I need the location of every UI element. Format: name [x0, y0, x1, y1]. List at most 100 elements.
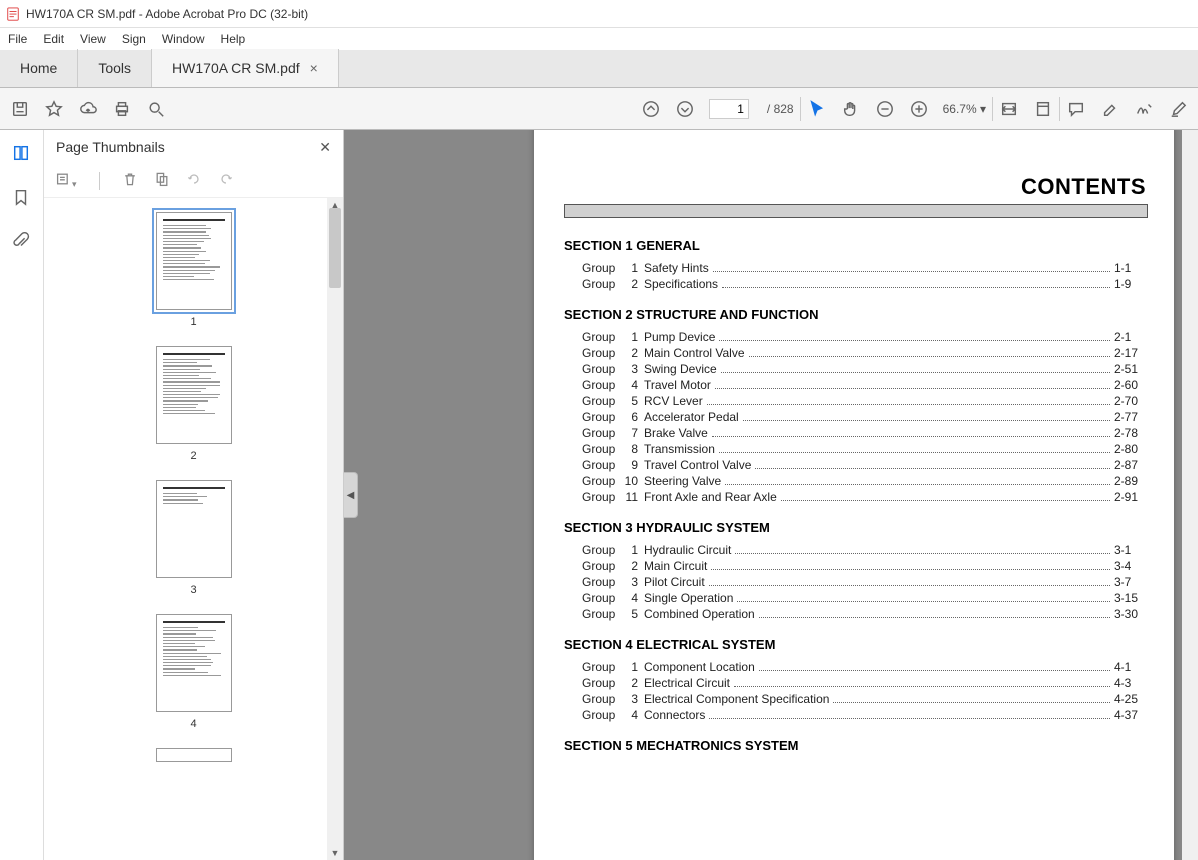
- thumbnail-item[interactable]: 2: [44, 346, 343, 462]
- thumbnail-page[interactable]: [156, 748, 232, 762]
- toc-row: Group1Safety Hints1-1: [582, 261, 1148, 275]
- thumbnail-label: 3: [190, 584, 196, 596]
- sign-icon[interactable]: [1134, 99, 1154, 119]
- thumbnail-page[interactable]: [156, 614, 232, 712]
- toc-group-name: Pump Device: [644, 330, 715, 344]
- toc-group-label: Group: [582, 346, 622, 360]
- toc-group-number: 3: [622, 362, 638, 376]
- thumbnail-item[interactable]: 1: [44, 212, 343, 328]
- toc-group-label: Group: [582, 330, 622, 344]
- thumbnails-rail-icon[interactable]: [12, 144, 32, 164]
- menu-sign[interactable]: Sign: [122, 32, 146, 46]
- scroll-down-icon[interactable]: ▼: [327, 846, 343, 860]
- toc-section-title: SECTION 3 HYDRAULIC SYSTEM: [564, 520, 1148, 535]
- page-up-icon[interactable]: [641, 99, 661, 119]
- toc-group-number: 2: [622, 277, 638, 291]
- toc-page-ref: 2-70: [1114, 394, 1148, 408]
- tab-home[interactable]: Home: [0, 49, 78, 87]
- scroll-handle[interactable]: [329, 208, 341, 288]
- toc-group-label: Group: [582, 543, 622, 557]
- fit-width-icon[interactable]: [999, 99, 1019, 119]
- toc-group-number: 5: [622, 394, 638, 408]
- fit-page-icon[interactable]: [1033, 99, 1053, 119]
- toc-group-label: Group: [582, 474, 622, 488]
- search-icon[interactable]: [146, 99, 166, 119]
- toc-page-ref: 3-30: [1114, 607, 1148, 621]
- menu-file[interactable]: File: [8, 32, 27, 46]
- toc-page-ref: 2-89: [1114, 474, 1148, 488]
- toc-group-name: Travel Control Valve: [644, 458, 751, 472]
- bookmark-rail-icon[interactable]: [12, 188, 32, 208]
- toc-group-number: 3: [622, 575, 638, 589]
- document-view[interactable]: ◀ CONTENTS SECTION 1 GENERALGroup1Safety…: [344, 130, 1198, 860]
- thumbnail-page[interactable]: [156, 480, 232, 578]
- hand-tool-icon[interactable]: [841, 99, 861, 119]
- thumbnails-panel: Page Thumbnails ✕ ▾ ▲ ▼ 1234: [44, 130, 344, 860]
- toc-dots: [749, 356, 1111, 357]
- toc-group-label: Group: [582, 362, 622, 376]
- toc-row: Group2Electrical Circuit4-3: [582, 676, 1148, 690]
- toc-row: Group6Accelerator Pedal2-77: [582, 410, 1148, 424]
- toc-page-ref: 3-7: [1114, 575, 1148, 589]
- thumbnail-page[interactable]: [156, 346, 232, 444]
- toc-group-name: Pilot Circuit: [644, 575, 705, 589]
- collapse-panel-handle[interactable]: ◀: [344, 472, 358, 518]
- document-scrollbar[interactable]: [1182, 130, 1198, 860]
- toc-group-label: Group: [582, 490, 622, 504]
- toc-group-label: Group: [582, 575, 622, 589]
- rotate-ccw-icon[interactable]: [186, 171, 202, 190]
- toc-dots: [759, 617, 1110, 618]
- page-number-input[interactable]: [709, 99, 749, 119]
- toc-page-ref: 2-51: [1114, 362, 1148, 376]
- cloud-upload-icon[interactable]: [78, 99, 98, 119]
- menu-edit[interactable]: Edit: [43, 32, 64, 46]
- menu-window[interactable]: Window: [162, 32, 205, 46]
- toc-group-name: Electrical Circuit: [644, 676, 730, 690]
- close-panel-icon[interactable]: ✕: [319, 139, 331, 156]
- menu-help[interactable]: Help: [221, 32, 246, 46]
- comment-icon[interactable]: [1066, 99, 1086, 119]
- star-icon[interactable]: [44, 99, 64, 119]
- toc-group-name: Steering Valve: [644, 474, 721, 488]
- toc-group-label: Group: [582, 277, 622, 291]
- close-tab-icon[interactable]: ×: [310, 60, 318, 76]
- toc-dots: [712, 436, 1110, 437]
- thumbnail-item[interactable]: 3: [44, 480, 343, 596]
- toc-group-name: Single Operation: [644, 591, 733, 605]
- zoom-in-icon[interactable]: [909, 99, 929, 119]
- toc-group-name: Electrical Component Specification: [644, 692, 829, 706]
- toc-dots: [755, 468, 1110, 469]
- toc-group-name: RCV Lever: [644, 394, 703, 408]
- thumbnails-list[interactable]: ▲ ▼ 1 2 3 4: [44, 198, 343, 860]
- toc-group-number: 1: [622, 330, 638, 344]
- toc-page-ref: 1-9: [1114, 277, 1148, 291]
- toc-page-ref: 2-78: [1114, 426, 1148, 440]
- save-icon[interactable]: [10, 99, 30, 119]
- rotate-cw-icon[interactable]: [218, 171, 234, 190]
- toc-group-number: 2: [622, 346, 638, 360]
- toc-dots: [721, 372, 1110, 373]
- zoom-out-icon[interactable]: [875, 99, 895, 119]
- toc-group-name: Front Axle and Rear Axle: [644, 490, 777, 504]
- selection-arrow-icon[interactable]: [807, 99, 827, 119]
- tab-document-active[interactable]: HW170A CR SM.pdf ×: [152, 49, 339, 87]
- tab-document-label: HW170A CR SM.pdf: [172, 60, 300, 76]
- toc-group-label: Group: [582, 458, 622, 472]
- attachments-rail-icon[interactable]: [12, 232, 32, 252]
- menu-view[interactable]: View: [80, 32, 106, 46]
- stamp-icon[interactable]: [1168, 99, 1188, 119]
- toc-group-name: Accelerator Pedal: [644, 410, 739, 424]
- tab-tools[interactable]: Tools: [78, 49, 152, 87]
- thumb-options-icon[interactable]: ▾: [56, 171, 77, 190]
- highlight-icon[interactable]: [1100, 99, 1120, 119]
- toc-row: Group2Main Circuit3-4: [582, 559, 1148, 573]
- thumbnail-item[interactable]: 4: [44, 614, 343, 730]
- zoom-level[interactable]: 66.7% ▾: [943, 102, 986, 116]
- delete-page-icon[interactable]: [122, 171, 138, 190]
- insert-page-icon[interactable]: [154, 171, 170, 190]
- page-down-icon[interactable]: [675, 99, 695, 119]
- thumbnails-scrollbar[interactable]: ▲ ▼: [327, 198, 343, 860]
- thumbnail-page[interactable]: [156, 212, 232, 310]
- print-icon[interactable]: [112, 99, 132, 119]
- navigation-rail: [0, 130, 44, 860]
